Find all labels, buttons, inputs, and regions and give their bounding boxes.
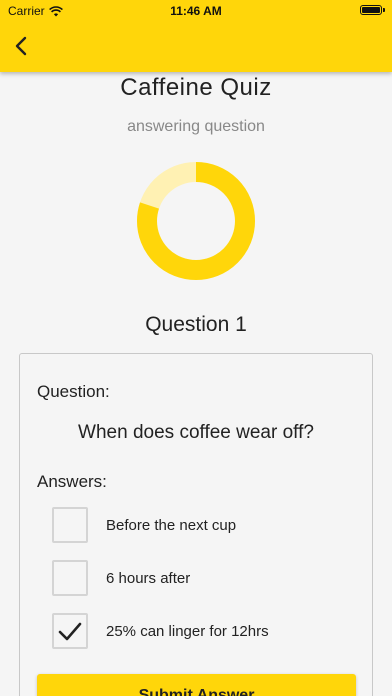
quiz-screen: Carrier 11:46 AM Caffeine Quiz answering… xyxy=(0,0,392,696)
battery-icon xyxy=(360,5,382,15)
app-bar: Carrier 11:46 AM xyxy=(0,0,392,72)
answer-checkbox[interactable] xyxy=(52,613,88,649)
answer-checkbox[interactable] xyxy=(52,560,88,596)
chevron-left-icon xyxy=(15,36,27,56)
question-heading: Question 1 xyxy=(145,313,247,336)
status-bar: Carrier 11:46 AM xyxy=(0,0,392,22)
battery-tip xyxy=(383,8,385,12)
answer-checkbox[interactable] xyxy=(52,507,88,543)
answer-text: 6 hours after xyxy=(106,570,191,587)
status-time: 11:46 AM xyxy=(170,4,222,18)
battery-fill xyxy=(362,7,380,13)
submit-answer-button[interactable]: Submit Answer xyxy=(37,674,356,696)
question-text: When does coffee wear off? xyxy=(78,422,314,443)
answers-label: Answers: xyxy=(37,472,107,491)
answer-text: 25% can linger for 12hrs xyxy=(106,623,269,640)
question-label: Question: xyxy=(37,382,110,401)
answer-option[interactable]: 6 hours after xyxy=(52,560,352,600)
progress-ring xyxy=(137,162,255,280)
quiz-status: answering question xyxy=(127,118,265,135)
answer-text: Before the next cup xyxy=(106,517,237,534)
answer-option[interactable]: 25% can linger for 12hrs xyxy=(52,613,352,653)
checkmark-icon xyxy=(58,622,82,641)
question-card: Question: When does coffee wear off? Ans… xyxy=(19,353,373,696)
answer-option[interactable]: Before the next cup xyxy=(52,507,352,547)
quiz-title: Caffeine Quiz xyxy=(120,74,272,101)
back-button[interactable] xyxy=(8,30,36,62)
